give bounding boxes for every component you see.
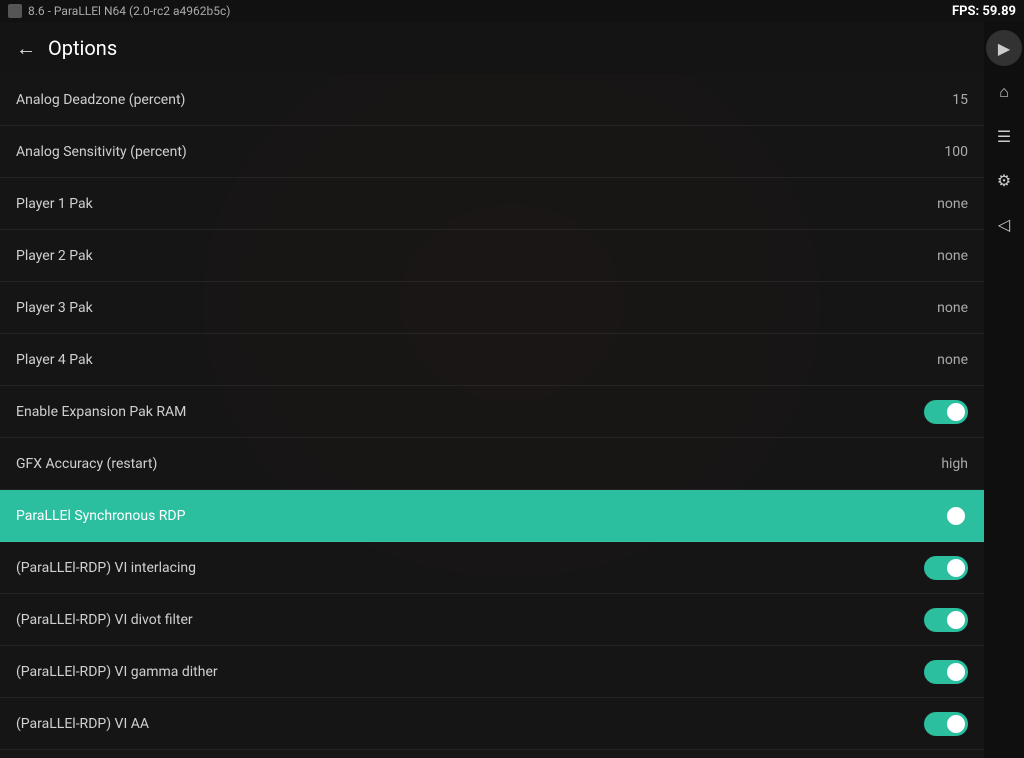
sidebar-btn-play[interactable]: ▶	[986, 30, 1022, 66]
option-row-vi-interlacing[interactable]: (ParaLLEl-RDP) VI interlacing	[0, 542, 984, 594]
app-icon	[8, 4, 22, 18]
title-bar: 8.6 - ParaLLEl N64 (2.0-rc2 a4962b5c) FP…	[0, 0, 1024, 22]
sidebar-btn-gear[interactable]: ⚙	[986, 162, 1022, 198]
option-label-vi-aa: (ParaLLEl-RDP) VI AA	[16, 716, 149, 732]
option-value-analog-sensitivity: 100	[908, 144, 968, 160]
options-header: ← Options	[0, 22, 984, 74]
option-label-gfx-accuracy: GFX Accuracy (restart)	[16, 456, 157, 472]
option-label-player3-pak: Player 3 Pak	[16, 300, 93, 316]
option-value-gfx-accuracy: high	[908, 456, 968, 472]
sidebar-btn-back-nav[interactable]: ◁	[986, 206, 1022, 242]
option-label-expansion-pak: Enable Expansion Pak RAM	[16, 404, 186, 420]
options-list: Analog Deadzone (percent) 15 Analog Sensit…	[0, 74, 984, 758]
toggle-vi-divot[interactable]	[924, 608, 968, 632]
toggle-vi-interlacing[interactable]	[924, 556, 968, 580]
option-row-player3-pak[interactable]: Player 3 Pak none	[0, 282, 984, 334]
right-sidebar: ▶ ⌂ ☰ ⚙ ◁	[984, 22, 1024, 758]
option-row-parallei-sync-rdp[interactable]: ParaLLEl Synchronous RDP	[0, 490, 984, 542]
toggle-vi-gamma[interactable]	[924, 660, 968, 684]
option-label-analog-sensitivity: Analog Sensitivity (percent)	[16, 144, 187, 160]
option-label-vi-divot: (ParaLLEl-RDP) VI divot filter	[16, 612, 193, 628]
option-label-vi-interlacing: (ParaLLEl-RDP) VI interlacing	[16, 560, 196, 576]
sidebar-btn-home[interactable]: ⌂	[986, 74, 1022, 110]
option-label-player1-pak: Player 1 Pak	[16, 196, 93, 212]
option-row-analog-sensitivity[interactable]: Analog Sensitivity (percent) 100	[0, 126, 984, 178]
option-row-player1-pak[interactable]: Player 1 Pak none	[0, 178, 984, 230]
option-row-analog-deadzone[interactable]: Analog Deadzone (percent) 15	[0, 74, 984, 126]
option-label-vi-gamma: (ParaLLEl-RDP) VI gamma dither	[16, 664, 218, 680]
sidebar-btn-list[interactable]: ☰	[986, 118, 1022, 154]
option-row-vi-bilinear[interactable]: (ParaLLEl-RDP) VI bilinear	[0, 750, 984, 758]
option-value-analog-deadzone: 15	[908, 92, 968, 108]
option-value-player4-pak: none	[908, 352, 968, 368]
toggle-parallei-sync-rdp[interactable]	[924, 504, 968, 528]
option-row-vi-gamma[interactable]: (ParaLLEl-RDP) VI gamma dither	[0, 646, 984, 698]
option-row-player2-pak[interactable]: Player 2 Pak none	[0, 230, 984, 282]
option-row-player4-pak[interactable]: Player 4 Pak none	[0, 334, 984, 386]
option-label-parallei-sync-rdp: ParaLLEl Synchronous RDP	[16, 508, 185, 524]
option-value-player1-pak: none	[908, 196, 968, 212]
title-bar-left: 8.6 - ParaLLEl N64 (2.0-rc2 a4962b5c)	[8, 4, 230, 18]
option-label-analog-deadzone: Analog Deadzone (percent)	[16, 92, 185, 108]
option-value-player3-pak: none	[908, 300, 968, 316]
option-label-player2-pak: Player 2 Pak	[16, 248, 93, 264]
options-panel: ← Options Analog Deadzone (percent)15Ana…	[0, 22, 984, 758]
option-row-expansion-pak[interactable]: Enable Expansion Pak RAM	[0, 386, 984, 438]
app-title: 8.6 - ParaLLEl N64 (2.0-rc2 a4962b5c)	[28, 4, 230, 18]
option-row-vi-aa[interactable]: (ParaLLEl-RDP) VI AA	[0, 698, 984, 750]
toggle-expansion-pak[interactable]	[924, 400, 968, 424]
option-row-vi-divot[interactable]: (ParaLLEl-RDP) VI divot filter	[0, 594, 984, 646]
option-value-player2-pak: none	[908, 248, 968, 264]
main-area: ← Options Analog Deadzone (percent)15Ana…	[0, 22, 1024, 758]
back-button[interactable]: ←	[16, 36, 36, 61]
option-label-player4-pak: Player 4 Pak	[16, 352, 93, 368]
toggle-vi-aa[interactable]	[924, 712, 968, 736]
page-title: Options	[48, 36, 117, 60]
fps-counter: FPS: 59.89	[952, 4, 1016, 19]
option-row-gfx-accuracy[interactable]: GFX Accuracy (restart) high	[0, 438, 984, 490]
